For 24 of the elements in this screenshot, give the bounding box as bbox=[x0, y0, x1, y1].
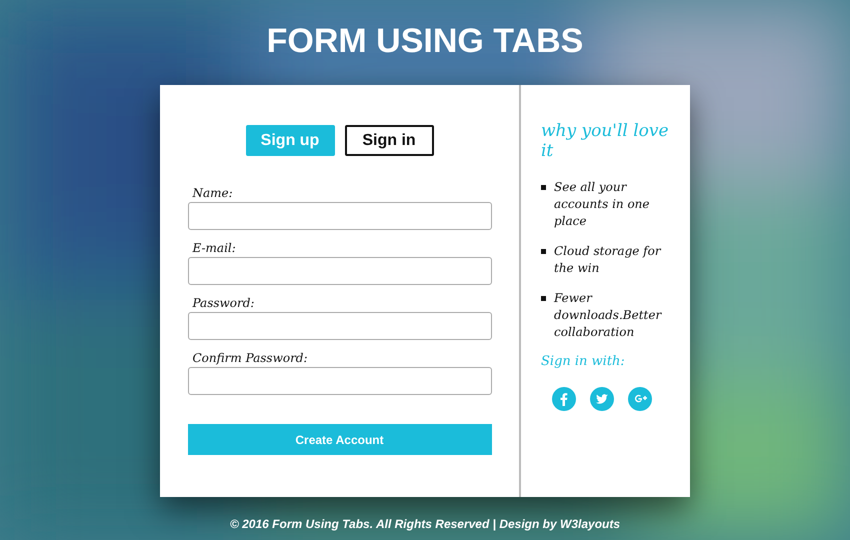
bullet-icon bbox=[541, 185, 546, 190]
footer-text: © 2016 Form Using Tabs. All Rights Reserved | Design by W3layouts bbox=[230, 517, 620, 531]
bullet-icon bbox=[541, 249, 546, 254]
field-label: Name: bbox=[192, 186, 234, 200]
field-label: Password: bbox=[192, 296, 256, 310]
create-account-button[interactable]: Create Account bbox=[188, 424, 492, 455]
bullet-icon bbox=[541, 296, 546, 301]
google-plus-icon[interactable] bbox=[628, 387, 652, 411]
feature-text: Fewer downloads.Better collaboration bbox=[554, 290, 663, 341]
page-title: FORM USING TABS bbox=[266, 21, 584, 62]
feature-text: See all your accounts in one place bbox=[554, 179, 651, 230]
sign-in-with-label: Sign in with: bbox=[541, 354, 626, 369]
field-label: E-mail: bbox=[192, 241, 237, 255]
field-label: Confirm Password: bbox=[192, 351, 309, 365]
feature-text: Cloud storage for the win bbox=[554, 243, 662, 277]
twitter-icon[interactable] bbox=[590, 387, 614, 411]
tab[interactable]: Sign in bbox=[344, 125, 434, 156]
input-field[interactable] bbox=[188, 257, 492, 285]
tab[interactable]: Sign up bbox=[246, 125, 334, 156]
aside-heading: why you'll love it bbox=[541, 121, 670, 161]
facebook-icon[interactable] bbox=[552, 387, 576, 411]
input-field[interactable] bbox=[188, 312, 492, 340]
input-field[interactable] bbox=[188, 202, 492, 230]
input-field[interactable] bbox=[188, 367, 492, 395]
